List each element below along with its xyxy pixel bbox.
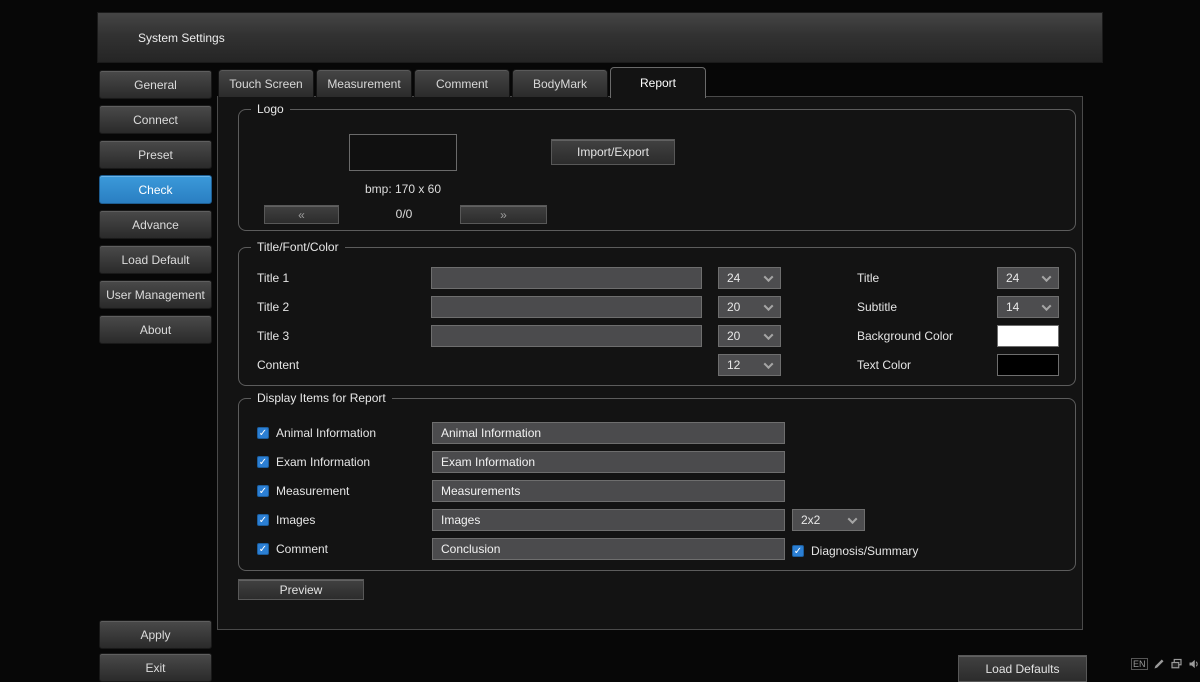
dual-display-icon bbox=[1170, 658, 1183, 670]
display-items-section-title: Display Items for Report bbox=[251, 391, 392, 405]
logo-prev-button[interactable]: « bbox=[264, 205, 339, 224]
tab-report[interactable]: Report bbox=[610, 67, 706, 98]
chevron-down-icon bbox=[764, 359, 774, 369]
exam-information-checkbox-row: ✓ Exam Information bbox=[257, 455, 370, 469]
title1-label: Title 1 bbox=[257, 271, 289, 285]
chevron-down-icon bbox=[1042, 301, 1052, 311]
sidebar-item-advance[interactable]: Advance bbox=[99, 210, 212, 239]
text-color-swatch[interactable] bbox=[997, 354, 1059, 376]
subtitle-size-dropdown[interactable]: 14 bbox=[997, 296, 1059, 318]
tab-bodymark[interactable]: BodyMark bbox=[512, 69, 608, 97]
speaker-icon bbox=[1188, 658, 1200, 670]
tab-touch-screen[interactable]: Touch Screen bbox=[218, 69, 314, 97]
images-checkbox-row: ✓ Images bbox=[257, 513, 315, 527]
text-color-label: Text Color bbox=[857, 358, 911, 372]
chevron-down-icon bbox=[1042, 272, 1052, 282]
window-titlebar: System Settings bbox=[97, 12, 1103, 63]
title1-size-dropdown[interactable]: 24 bbox=[718, 267, 781, 289]
sidebar-item-check[interactable]: Check bbox=[99, 175, 212, 204]
measurement-checkbox-row: ✓ Measurement bbox=[257, 484, 349, 498]
images-layout-dropdown[interactable]: 2x2 bbox=[792, 509, 865, 531]
title3-size-dropdown[interactable]: 20 bbox=[718, 325, 781, 347]
stylus-icon bbox=[1153, 658, 1165, 670]
logo-section: Logo bmp: 170 x 60 Import/Export « 0/0 » bbox=[238, 109, 1076, 231]
sidebar-item-about[interactable]: About bbox=[99, 315, 212, 344]
tab-measurement[interactable]: Measurement bbox=[316, 69, 412, 97]
animal-information-checkbox-row: ✓ Animal Information bbox=[257, 426, 376, 440]
logo-next-button[interactable]: » bbox=[460, 205, 547, 224]
animal-information-field[interactable] bbox=[432, 422, 785, 444]
preview-button[interactable]: Preview bbox=[238, 579, 364, 600]
measurement-checkbox[interactable]: ✓ bbox=[257, 485, 269, 497]
title3-input[interactable] bbox=[431, 325, 702, 347]
diagnosis-summary-checkbox[interactable]: ✓ bbox=[792, 545, 804, 557]
exit-button[interactable]: Exit bbox=[99, 653, 212, 682]
exam-information-field[interactable] bbox=[432, 451, 785, 473]
import-export-button[interactable]: Import/Export bbox=[551, 139, 675, 165]
comment-checkbox-row: ✓ Comment bbox=[257, 542, 328, 556]
logo-section-title: Logo bbox=[251, 102, 290, 116]
title2-label: Title 2 bbox=[257, 300, 289, 314]
measurement-checkbox-label: Measurement bbox=[276, 484, 349, 498]
comment-field[interactable] bbox=[432, 538, 785, 560]
title-size-label: Title bbox=[857, 271, 879, 285]
comment-checkbox-label: Comment bbox=[276, 542, 328, 556]
diagnosis-summary-checkbox-label: Diagnosis/Summary bbox=[811, 544, 918, 558]
title-font-color-section: Title/Font/Color Title 1 24 Title 2 20 T… bbox=[238, 247, 1076, 386]
content-label: Content bbox=[257, 358, 299, 372]
load-defaults-button[interactable]: Load Defaults bbox=[958, 655, 1087, 682]
images-checkbox-label: Images bbox=[276, 513, 315, 527]
title1-input[interactable] bbox=[431, 267, 702, 289]
sidebar-item-general[interactable]: General bbox=[99, 70, 212, 99]
sidebar-item-user-management[interactable]: User Management bbox=[99, 280, 212, 309]
title-font-color-section-title: Title/Font/Color bbox=[251, 240, 345, 254]
subtitle-size-label: Subtitle bbox=[857, 300, 897, 314]
chevron-down-icon bbox=[764, 272, 774, 282]
sidebar-bottom: Apply Exit bbox=[99, 620, 212, 682]
tab-comment[interactable]: Comment bbox=[414, 69, 510, 97]
measurement-field[interactable] bbox=[432, 480, 785, 502]
images-checkbox[interactable]: ✓ bbox=[257, 514, 269, 526]
logo-page-indicator: 0/0 bbox=[369, 207, 439, 221]
chevron-down-icon bbox=[764, 330, 774, 340]
images-field[interactable] bbox=[432, 509, 785, 531]
apply-button[interactable]: Apply bbox=[99, 620, 212, 649]
sidebar: General Connect Preset Check Advance Loa… bbox=[99, 70, 212, 344]
sidebar-item-preset[interactable]: Preset bbox=[99, 140, 212, 169]
title-size-dropdown[interactable]: 24 bbox=[997, 267, 1059, 289]
animal-information-checkbox[interactable]: ✓ bbox=[257, 427, 269, 439]
page-title: System Settings bbox=[138, 31, 225, 45]
sidebar-item-connect[interactable]: Connect bbox=[99, 105, 212, 134]
title3-label: Title 3 bbox=[257, 329, 289, 343]
display-items-section: Display Items for Report ✓ Animal Inform… bbox=[238, 398, 1076, 571]
title2-input[interactable] bbox=[431, 296, 702, 318]
animal-information-checkbox-label: Animal Information bbox=[276, 426, 376, 440]
language-indicator: EN bbox=[1131, 658, 1148, 670]
chevron-down-icon bbox=[848, 514, 858, 524]
content-size-dropdown[interactable]: 12 bbox=[718, 354, 781, 376]
logo-dimensions-caption: bmp: 170 x 60 bbox=[335, 182, 471, 196]
chevron-down-icon bbox=[764, 301, 774, 311]
logo-preview bbox=[349, 134, 457, 171]
report-settings-panel: Logo bmp: 170 x 60 Import/Export « 0/0 »… bbox=[217, 96, 1083, 630]
exam-information-checkbox[interactable]: ✓ bbox=[257, 456, 269, 468]
comment-checkbox[interactable]: ✓ bbox=[257, 543, 269, 555]
diagnosis-summary-checkbox-row: ✓ Diagnosis/Summary bbox=[792, 544, 918, 558]
settings-tabs: Touch Screen Measurement Comment BodyMar… bbox=[218, 66, 706, 97]
exam-information-checkbox-label: Exam Information bbox=[276, 455, 370, 469]
sidebar-item-load-default[interactable]: Load Default bbox=[99, 245, 212, 274]
status-bar: EN bbox=[1131, 656, 1200, 672]
background-color-swatch[interactable] bbox=[997, 325, 1059, 347]
title2-size-dropdown[interactable]: 20 bbox=[718, 296, 781, 318]
background-color-label: Background Color bbox=[857, 329, 953, 343]
